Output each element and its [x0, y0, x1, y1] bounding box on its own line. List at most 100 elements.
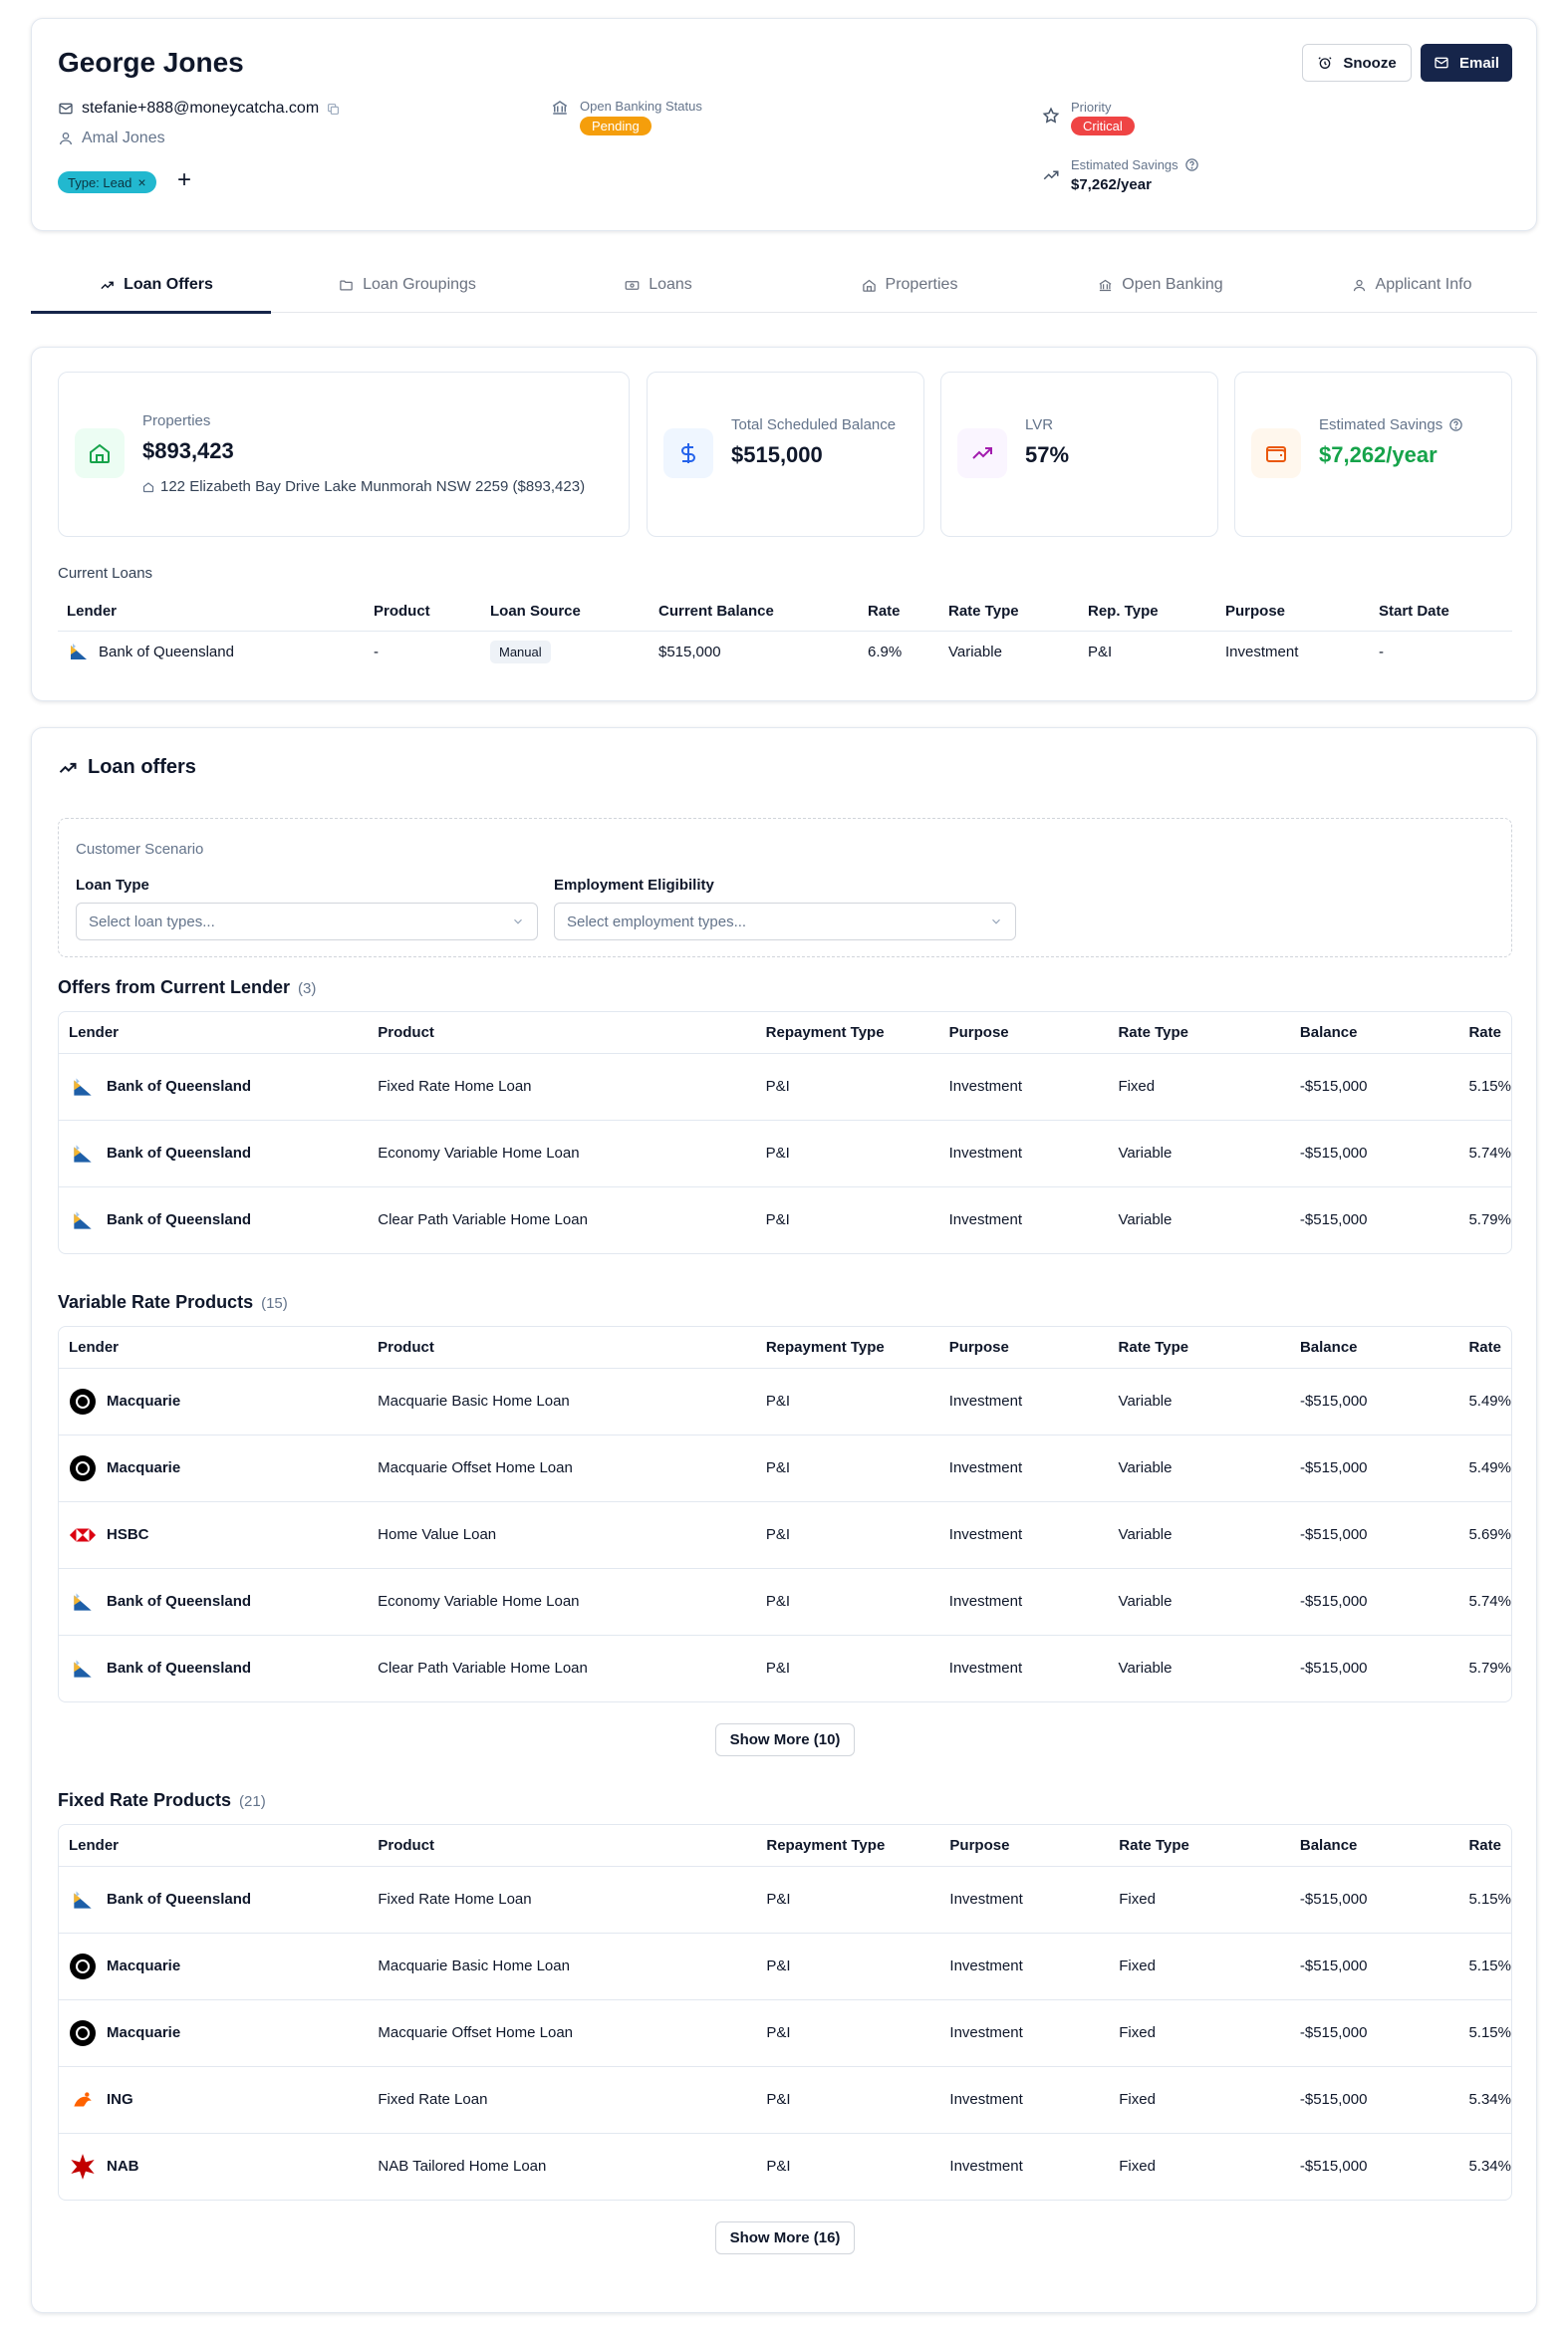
tab-properties[interactable]: Properties	[784, 257, 1035, 313]
macquarie-logo-icon	[69, 2019, 97, 2047]
lender-cell: Macquarie	[59, 1933, 369, 2000]
boq-logo-icon	[69, 1655, 97, 1683]
product-cell: NAB Tailored Home Loan	[378, 2158, 547, 2176]
show-more-button[interactable]: Show More (10)	[715, 1723, 855, 1756]
trending-up-icon	[100, 278, 115, 293]
dollar-icon	[663, 428, 713, 478]
balance-cell: -$515,000	[1289, 1368, 1459, 1435]
table-header-row: Lender Product Loan Source Current Balan…	[58, 593, 1512, 632]
tab-loans[interactable]: Loans	[533, 257, 784, 313]
loan-type-select[interactable]: Select loan types...	[76, 903, 538, 940]
open-banking-label: Open Banking Status	[580, 99, 702, 114]
applicant-email[interactable]: stefanie+888@moneycatcha.com	[82, 100, 319, 118]
rate-type-cell: Fixed	[1109, 1999, 1290, 2067]
column-header: Repayment Type	[755, 1327, 939, 1369]
employment-select[interactable]: Select employment types...	[554, 903, 1016, 940]
section-title: Variable Rate Products (15)	[58, 1292, 288, 1313]
property-address-row: 122 Elizabeth Bay Drive Lake Munmorah NS…	[142, 478, 585, 495]
table-row[interactable]: Macquarie Macquarie Offset Home Loan P&I In…	[59, 1999, 1511, 2067]
rate-cell: 5.74%	[1458, 1120, 1511, 1187]
table-row[interactable]: Bank of Queensland Clear Path Variable Ho…	[59, 1186, 1511, 1253]
help-icon[interactable]	[1448, 417, 1463, 432]
type-chip: Type: Lead ×	[58, 171, 156, 193]
lender-cell: Bank of Queensland	[59, 1866, 369, 1934]
wallet-icon	[1251, 428, 1301, 478]
balance-cell: -$515,000	[1289, 1933, 1459, 2000]
folder-icon	[339, 278, 354, 293]
rate-cell: 5.49%	[1458, 1368, 1511, 1435]
copy-icon[interactable]	[327, 103, 340, 116]
table-row[interactable]: Bank of Queensland Clear Path Variable Ho…	[59, 1635, 1511, 1701]
balance-cell: -$515,000	[1289, 1568, 1459, 1636]
purpose-cell: Investment	[948, 1660, 1023, 1678]
column-header: Purpose	[939, 1825, 1110, 1867]
repayment-cell: P&I	[755, 1568, 939, 1636]
repayment-cell: P&I	[756, 1866, 940, 1934]
rate-type-cell: Variable	[1108, 1568, 1290, 1636]
table-row[interactable]: Bank of Queensland Fixed Rate Home Loan P&…	[59, 1053, 1511, 1121]
tab-label: Loan Groupings	[363, 276, 476, 293]
tab-loan-groupings[interactable]: Loan Groupings	[282, 257, 533, 313]
product-cell: Clear Path Variable Home Loan	[378, 1211, 588, 1229]
tab-open-banking[interactable]: Open Banking	[1035, 257, 1286, 313]
repayment-cell: P&I	[755, 1501, 939, 1569]
savings-stat-value: $7,262/year	[1319, 442, 1437, 467]
table-row[interactable]: HSBC Home Value Loan P&I Investment Variable…	[59, 1501, 1511, 1569]
snooze-button[interactable]: Snooze	[1302, 44, 1412, 82]
co-applicant-name: Amal Jones	[82, 130, 165, 146]
snooze-label: Snooze	[1343, 54, 1397, 72]
loan-type-placeholder: Select loan types...	[89, 913, 215, 930]
rate-cell: 5.34%	[1458, 2066, 1511, 2134]
balance-cell: -$515,000	[1289, 1866, 1459, 1934]
open-banking-status: Pending	[580, 117, 652, 135]
purpose-cell: Investment	[938, 1435, 1109, 1502]
tab-label: Loan Offers	[124, 276, 213, 293]
lender-cell: Bank of Queensland	[59, 1635, 368, 1701]
column-header: Repayment Type	[755, 1012, 939, 1054]
product-cell: Macquarie Offset Home Loan	[368, 1435, 756, 1502]
table-row[interactable]: NAB NAB Tailored Home Loan P&I Investment Fi…	[59, 2133, 1511, 2200]
summary-card: Properties $893,423 122 Elizabeth Bay Dr…	[31, 347, 1537, 701]
table-row[interactable]: Macquarie Macquarie Basic Home Loan P&I Inv…	[59, 1933, 1511, 2000]
boq-logo-icon	[69, 1206, 97, 1234]
column-header: Lender	[59, 1825, 369, 1867]
purpose-cell: Investment	[948, 1211, 1022, 1229]
column-header: Lender	[58, 593, 365, 632]
boq-logo-icon	[69, 1588, 97, 1616]
table-row[interactable]: Bank of Queensland Economy Variable Home …	[59, 1568, 1511, 1636]
critical-badge: Critical	[1071, 117, 1135, 135]
rate-cell: 5.15%	[1458, 1999, 1511, 2067]
lender-name: Macquarie	[107, 1957, 181, 1974]
table-row[interactable]: Macquarie Macquarie Offset Home Loan P&I In…	[59, 1435, 1511, 1502]
table-row[interactable]: ING Fixed Rate Loan P&I Investment Fixed -$51…	[59, 2066, 1511, 2134]
tab-applicant-info[interactable]: Applicant Info	[1286, 257, 1537, 313]
rep-type-cell: P&I	[1088, 643, 1113, 660]
column-header: Purpose	[1216, 593, 1370, 632]
repayment-cell: P&I	[755, 1053, 939, 1121]
column-header: Repayment Type	[756, 1825, 940, 1867]
email-button[interactable]: Email	[1421, 44, 1512, 82]
remove-chip-icon[interactable]: ×	[137, 174, 145, 190]
lender-name: Bank of Queensland	[99, 643, 234, 660]
nab-logo-icon	[69, 2153, 97, 2181]
column-header: Start Date	[1370, 593, 1512, 632]
tab-loan-offers[interactable]: Loan Offers	[31, 257, 282, 314]
add-tag-button[interactable]: +	[177, 168, 191, 192]
table-row[interactable]: Bank of Queensland - Manual $515,000 6.9…	[58, 631, 1512, 672]
help-icon[interactable]	[1184, 157, 1199, 172]
table-row[interactable]: Bank of Queensland Economy Variable Home …	[59, 1120, 1511, 1187]
section-title: Offers from Current Lender (3)	[58, 977, 316, 998]
balance-cell: -$515,000	[1289, 1501, 1459, 1569]
rate-cell: 5.79%	[1468, 1211, 1511, 1229]
column-header: Product	[368, 1327, 756, 1369]
table-row[interactable]: Macquarie Macquarie Basic Home Loan P&I Inv…	[59, 1368, 1511, 1435]
table-row[interactable]: Bank of Queensland Fixed Rate Home Loan P&…	[59, 1866, 1511, 1934]
lender-cell: Bank of Queensland	[59, 1186, 368, 1253]
rate-cell: 5.79%	[1468, 1660, 1511, 1678]
repayment-cell: P&I	[766, 2158, 791, 2176]
column-header: Rate	[1458, 1012, 1511, 1054]
show-more-button[interactable]: Show More (16)	[715, 2221, 855, 2254]
rate-cell: 6.9%	[868, 643, 903, 660]
hsbc-logo-icon	[69, 1521, 97, 1549]
bank-icon	[551, 99, 569, 117]
